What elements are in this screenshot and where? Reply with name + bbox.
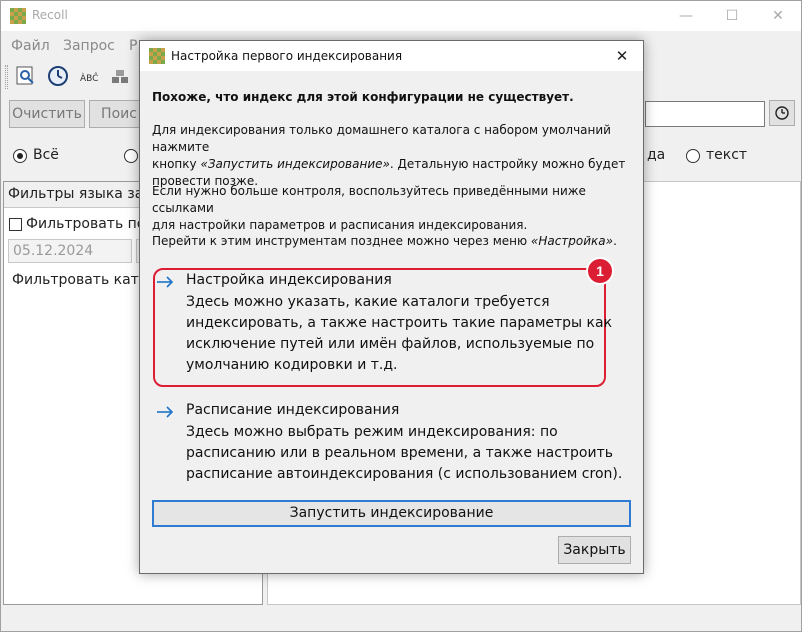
indexing-config-title: Настройка индексирования	[186, 272, 392, 288]
indexing-schedule-title: Расписание индексирования	[186, 402, 400, 418]
intro-line-2: кнопку «Запустить индексирование». Детал…	[152, 156, 632, 173]
dialog-heading: Похоже, что индекс для этой конфигурации…	[152, 90, 574, 104]
later-menu-ref: «Настройка»	[530, 234, 614, 248]
radio-all-label: Всё	[33, 147, 59, 163]
clock-icon	[775, 106, 789, 120]
later-paragraph: Перейти к этим инструментам позднее можн…	[152, 233, 632, 250]
filter-date-label: Фильтровать по	[26, 216, 146, 232]
main-close-button[interactable]: ✕	[755, 1, 801, 31]
date-from-value: 05.12.2024	[13, 243, 94, 259]
menu-settings[interactable]: Р	[129, 38, 137, 54]
indexing-schedule-link[interactable]: Расписание индексирования Здесь можно вы…	[156, 402, 626, 492]
control-line-2: для настройки параметров и расписания ин…	[152, 218, 528, 232]
index-stack-icon[interactable]	[109, 65, 131, 87]
date-from-field[interactable]: 05.12.2024	[8, 239, 132, 263]
start-indexing-button[interactable]: Запустить индексирование	[152, 500, 631, 527]
app-logo-icon	[10, 8, 26, 24]
spellcheck-icon[interactable]: ÀBĈ	[79, 65, 101, 87]
intro-button-ref: «Запустить индексирование»	[200, 157, 390, 171]
minimize-button[interactable]: —	[663, 1, 709, 31]
menu-file[interactable]: Файл	[11, 38, 50, 54]
toolbar-grip	[5, 65, 8, 89]
intro-paragraph: Для индексирования только домашнего ката…	[152, 122, 632, 190]
svg-text:ÀBĈ: ÀBĈ	[80, 72, 98, 84]
later-prefix: Перейти к этим инструментам позднее можн…	[152, 234, 531, 248]
search-tool-icon[interactable]	[15, 65, 37, 87]
dialog-titlebar: Настройка первого индексирования ✕	[140, 41, 643, 71]
filter-catalog-label: Фильтровать ката	[12, 272, 148, 288]
close-button[interactable]: Закрыть	[558, 536, 631, 564]
control-paragraph: Если нужно больше контроля, воспользуйте…	[152, 183, 632, 234]
radio-all[interactable]	[13, 149, 27, 163]
radio-partial-label: да	[647, 147, 666, 163]
main-titlebar: Recoll — ☐ ✕	[1, 1, 801, 31]
dialog-close-button[interactable]: ✕	[610, 45, 634, 67]
maximize-button[interactable]: ☐	[709, 1, 755, 31]
indexing-config-desc: Здесь можно указать, какие каталоги треб…	[186, 294, 613, 373]
intro-line-1: Для индексирования только домашнего ката…	[152, 123, 611, 154]
intro-suffix: . Детальную настройку можно будет	[389, 157, 626, 171]
statusbar	[1, 607, 801, 631]
arrow-right-icon	[157, 406, 174, 418]
radio-text[interactable]	[686, 149, 700, 163]
radio-any[interactable]	[124, 149, 138, 163]
indexing-schedule-desc: Здесь можно выбрать режим индексирования…	[186, 424, 623, 482]
radio-text-label: текст	[706, 147, 748, 163]
history-button[interactable]	[769, 100, 795, 126]
indexing-config-link[interactable]: Настройка индексирования Здесь можно ука…	[156, 272, 626, 382]
menu-query[interactable]: Запрос	[63, 38, 115, 54]
main-window-title: Recoll	[32, 8, 68, 22]
first-indexing-dialog: Настройка первого индексирования ✕ Похож…	[139, 40, 644, 574]
filter-date-checkbox[interactable]	[9, 218, 22, 231]
app-logo-icon	[149, 48, 165, 64]
control-line-1: Если нужно больше контроля, воспользуйте…	[152, 184, 586, 215]
arrow-right-icon	[157, 276, 174, 288]
clock-tool-icon[interactable]	[47, 65, 69, 87]
clear-button[interactable]: Очистить	[9, 100, 85, 128]
dialog-title: Настройка первого индексирования	[171, 49, 403, 63]
later-suffix: .	[613, 234, 617, 248]
intro-prefix: кнопку	[152, 157, 201, 171]
query-input[interactable]	[645, 101, 765, 127]
